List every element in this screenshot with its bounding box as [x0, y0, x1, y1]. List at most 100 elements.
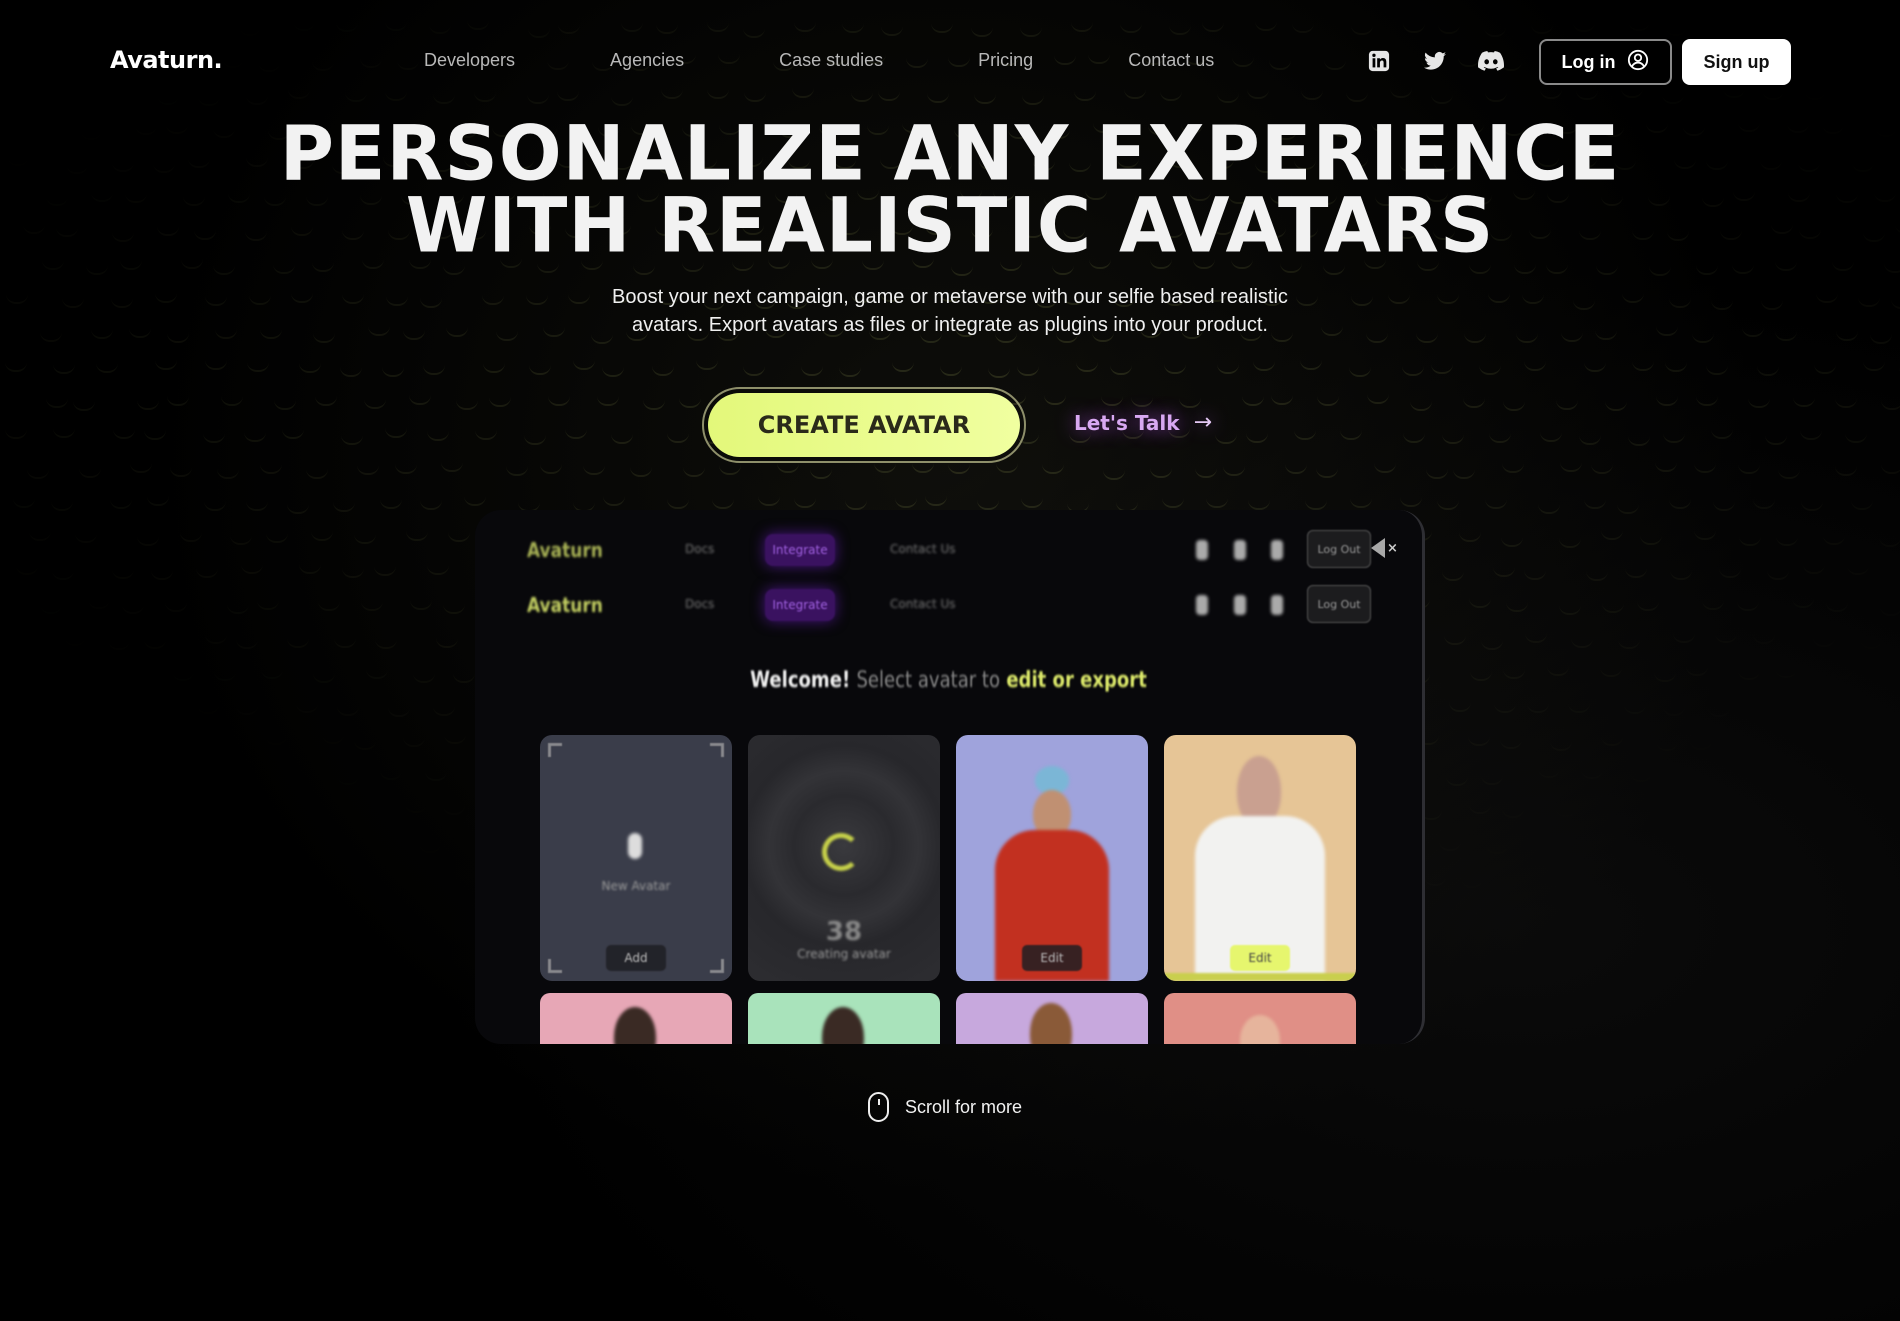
background-pattern-mark	[246, 501, 269, 512]
background-pattern-mark	[1217, 364, 1240, 374]
background-pattern-mark	[64, 636, 86, 646]
background-pattern-mark	[310, 531, 333, 541]
nav-link-developers[interactable]: Developers	[424, 50, 515, 71]
background-pattern-mark	[1524, 633, 1547, 643]
background-pattern-mark	[1600, 667, 1622, 677]
background-pattern-mark	[1792, 598, 1814, 608]
background-pattern-mark	[1844, 433, 1867, 443]
background-pattern-mark	[293, 771, 315, 781]
background-pattern-mark	[1043, 395, 1066, 406]
background-pattern-mark	[603, 496, 626, 507]
background-pattern-mark	[977, 500, 999, 511]
background-pattern-mark	[195, 568, 218, 578]
background-pattern-mark	[596, 396, 619, 406]
background-pattern-mark	[1636, 601, 1659, 612]
avatar-head	[1030, 1003, 1072, 1044]
background-pattern-mark	[52, 364, 75, 375]
background-pattern-mark	[678, 398, 701, 409]
background-pattern-mark	[1403, 433, 1426, 444]
preview-discord-icon	[1271, 540, 1283, 560]
background-pattern-mark	[1881, 464, 1900, 475]
nav-link-pricing[interactable]: Pricing	[978, 50, 1033, 71]
background-pattern-mark	[1862, 361, 1885, 371]
selected-indicator	[1164, 973, 1356, 981]
background-pattern-mark	[4, 362, 27, 372]
background-pattern-mark	[1547, 666, 1570, 677]
background-pattern-mark	[1715, 633, 1737, 643]
discord-icon[interactable]	[1478, 48, 1504, 74]
welcome-text-3: edit or export	[1006, 668, 1147, 693]
background-pattern-mark	[1765, 435, 1788, 445]
background-pattern-mark	[433, 706, 456, 717]
background-pattern-mark	[1708, 707, 1730, 717]
lets-talk-link[interactable]: Let's Talk →	[1074, 410, 1212, 435]
background-pattern-mark	[1655, 396, 1678, 406]
background-pattern-mark	[1748, 398, 1771, 408]
background-pattern-mark	[152, 705, 174, 715]
mute-toggle[interactable]: ×	[1371, 538, 1398, 558]
background-pattern-mark	[1710, 429, 1733, 439]
background-pattern-mark	[442, 604, 465, 615]
background-pattern-mark	[1430, 364, 1453, 374]
background-pattern-mark	[995, 463, 1018, 474]
background-pattern-mark	[205, 634, 227, 644]
signup-button[interactable]: Sign up	[1682, 39, 1791, 85]
background-pattern-mark	[151, 570, 173, 580]
background-pattern-mark	[1103, 470, 1126, 480]
corner-bracket	[710, 959, 724, 973]
background-pattern-mark	[873, 463, 896, 474]
twitter-icon[interactable]	[1422, 48, 1448, 74]
background-pattern-mark	[366, 669, 388, 679]
background-pattern-mark	[1673, 633, 1695, 643]
background-pattern-mark	[72, 401, 95, 411]
background-pattern-mark	[1663, 706, 1685, 716]
background-pattern-mark	[610, 434, 633, 445]
login-button[interactable]: Log in	[1539, 39, 1672, 85]
background-pattern-mark	[1596, 265, 1619, 276]
background-pattern-mark	[1020, 498, 1043, 509]
background-pattern-mark	[1502, 401, 1525, 412]
background-pattern-mark	[1164, 364, 1187, 375]
product-demo-video[interactable]: Avaturn Docs Integrate Contact Us Log Ou…	[475, 510, 1425, 1044]
background-pattern-mark	[16, 565, 38, 575]
edit-avatar-button: Edit	[1022, 945, 1082, 971]
background-pattern-mark	[506, 466, 529, 477]
card-label: New Avatar	[601, 879, 671, 893]
background-pattern-mark	[1730, 736, 1752, 746]
scroll-hint[interactable]: Scroll for more	[868, 1092, 1022, 1122]
background-pattern-mark	[1241, 396, 1264, 407]
nav-link-case-studies[interactable]: Case studies	[779, 50, 883, 71]
create-avatar-button[interactable]: CREATE AVATAR	[708, 393, 1020, 457]
background-pattern-mark	[1469, 804, 1491, 814]
background-pattern-mark	[712, 499, 735, 510]
background-pattern-mark	[1293, 430, 1316, 440]
background-pattern-mark	[436, 638, 459, 649]
background-pattern-mark	[53, 428, 76, 439]
background-pattern-mark	[427, 431, 450, 441]
avatar-head	[614, 1007, 656, 1044]
top-nav: Avaturn. Developers Agencies Case studie…	[0, 0, 1900, 122]
background-pattern-mark	[1601, 603, 1624, 613]
background-pattern-mark	[1601, 530, 1624, 541]
background-pattern-mark	[1737, 601, 1759, 611]
linkedin-icon[interactable]	[1366, 48, 1392, 74]
preview-twitter-icon	[1234, 595, 1246, 615]
brand-logo[interactable]: Avaturn.	[110, 46, 223, 74]
background-pattern-mark	[21, 639, 43, 649]
nav-link-contact-us[interactable]: Contact us	[1128, 50, 1214, 71]
background-pattern-mark	[1179, 398, 1202, 409]
background-pattern-mark	[1537, 504, 1560, 514]
background-pattern-mark	[172, 671, 194, 681]
background-pattern-mark	[1478, 365, 1501, 375]
background-pattern-mark	[1778, 469, 1801, 480]
avatar-card-2: Edit	[1164, 735, 1356, 981]
background-pattern-mark	[1624, 704, 1646, 714]
background-pattern-mark	[1860, 639, 1882, 649]
background-pattern-mark	[1694, 463, 1717, 474]
preview-nav-item: Docs	[685, 597, 715, 611]
nav-link-agencies[interactable]: Agencies	[610, 50, 684, 71]
corner-bracket	[548, 743, 562, 757]
background-pattern-mark	[1339, 430, 1362, 441]
background-pattern-mark	[405, 803, 427, 813]
background-pattern-mark	[1639, 535, 1662, 545]
